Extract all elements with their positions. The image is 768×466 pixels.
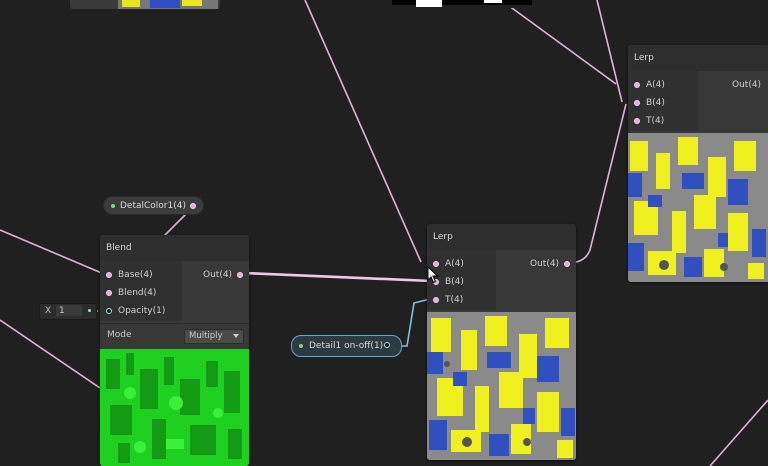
partial-preview-top-left — [70, 0, 220, 9]
detail-color-property-node[interactable]: DetalColor1(4) — [103, 196, 204, 215]
lerp-node-right-title[interactable]: Lerp — [628, 45, 768, 71]
blend-input-port-base[interactable] — [106, 272, 112, 278]
lerp-right-input-port-a[interactable] — [634, 82, 640, 88]
opacity-value-field[interactable]: X 1 — [39, 303, 97, 320]
lerp-node-center[interactable]: Lerp A(4) B(4) T(4) Out(4) — [427, 224, 576, 460]
lerp-node-center-title[interactable]: Lerp — [427, 224, 576, 250]
property-indicator-icon — [111, 204, 115, 208]
opacity-link-dot-icon — [88, 309, 91, 312]
blend-mode-label: Mode — [107, 330, 132, 340]
partial-image-top-center — [388, 0, 540, 8]
blend-mode-dropdown[interactable]: Multiply — [184, 329, 244, 344]
blend-input-port-opacity[interactable] — [106, 308, 112, 314]
blend-input-port-blend[interactable] — [106, 290, 112, 296]
blend-mode-value: Multiply — [189, 331, 223, 341]
blend-output-port[interactable] — [237, 272, 243, 278]
blend-input-label-blend: Blend(4) — [118, 288, 157, 298]
lerp-right-output-label: Out(4) — [732, 80, 762, 90]
lerp-center-input-label-a: A(4) — [445, 259, 464, 269]
detail-toggle-property-node[interactable]: Detail1 on-off(1) — [291, 335, 402, 357]
mouse-cursor-icon — [427, 266, 439, 284]
lerp-center-input-label-b: B(4) — [445, 277, 464, 287]
lerp-right-input-port-b[interactable] — [634, 100, 640, 106]
property-indicator-icon — [299, 344, 303, 348]
lerp-right-input-label-b: B(4) — [646, 98, 665, 108]
lerp-center-output-port[interactable] — [564, 261, 570, 267]
lerp-node-right[interactable]: Lerp A(4) B(4) T(4) Out(4) — [628, 45, 768, 282]
blend-node-title[interactable]: Blend — [100, 235, 249, 261]
blend-input-label-base: Base(4) — [118, 270, 153, 280]
detail-toggle-output-port[interactable] — [384, 342, 390, 348]
blend-output-label: Out(4) — [203, 270, 233, 280]
lerp-right-input-port-t[interactable] — [634, 118, 640, 124]
opacity-axis-label: X — [45, 306, 52, 316]
lerp-right-input-label-t: T(4) — [646, 116, 665, 126]
lerp-center-input-label-t: T(4) — [445, 295, 464, 305]
blend-node[interactable]: Blend Base(4) Blend(4) Opacity(1) Out(4)… — [100, 235, 249, 466]
opacity-value-input[interactable]: 1 — [59, 306, 65, 316]
lerp-right-input-label-a: A(4) — [646, 80, 665, 90]
detail-color-output-port[interactable] — [190, 203, 196, 209]
detail-toggle-label: Detail1 on-off(1) — [309, 341, 384, 351]
blend-input-label-opacity: Opacity(1) — [118, 306, 166, 316]
lerp-center-preview-image — [427, 312, 576, 460]
lerp-right-preview-image — [628, 133, 768, 282]
blend-preview-image — [100, 349, 249, 466]
chevron-down-icon — [233, 334, 239, 338]
lerp-center-input-port-t[interactable] — [433, 297, 439, 303]
detail-color-label: DetalColor1(4) — [120, 201, 186, 211]
lerp-center-output-label: Out(4) — [530, 259, 560, 269]
